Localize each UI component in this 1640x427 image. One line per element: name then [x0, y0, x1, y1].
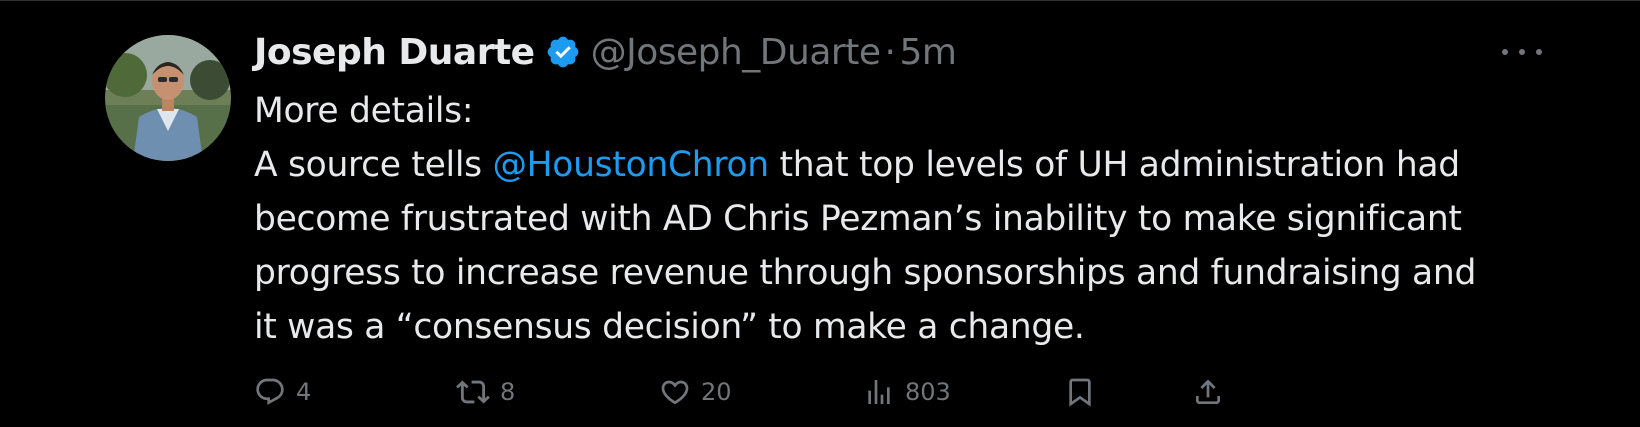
tweet-line-2: A source tells @HoustonChron that top le…	[254, 138, 1554, 192]
more-dot	[1502, 49, 1508, 55]
retweet-icon	[456, 375, 490, 409]
avatar[interactable]	[105, 35, 231, 161]
more-options-icon[interactable]	[1502, 46, 1542, 58]
tweet-text: More details: A source tells @HoustonChr…	[254, 84, 1554, 354]
retweet-button[interactable]: 8	[456, 370, 515, 414]
reply-icon	[254, 376, 286, 408]
top-divider	[0, 0, 1640, 1]
views-button[interactable]: 803	[863, 370, 951, 414]
tweet-line-4: progress to increase revenue through spo…	[254, 253, 1477, 293]
bookmark-icon	[1064, 376, 1096, 408]
bookmark-button[interactable]	[1064, 370, 1096, 414]
tweet-actions: 4 8 20 803	[254, 370, 1554, 414]
like-count: 20	[701, 378, 732, 406]
more-dot	[1519, 49, 1525, 55]
tweet-line-1: More details:	[254, 91, 474, 131]
tweet-line-3: become frustrated with AD Chris Pezman’s…	[254, 199, 1462, 239]
tweet-content: Joseph Duarte @Joseph_Duarte · 5m More d…	[254, 26, 1554, 354]
tweet-line-5: it was a “consensus decision” to make a …	[254, 307, 1085, 347]
tweet-text-segment: A source tells	[254, 145, 493, 185]
avatar-image	[105, 35, 231, 161]
share-button[interactable]	[1192, 370, 1224, 414]
more-dot	[1536, 49, 1542, 55]
heart-icon	[659, 376, 691, 408]
verified-badge-icon	[545, 34, 581, 70]
views-icon	[863, 376, 895, 408]
views-count: 803	[905, 378, 951, 406]
author-handle[interactable]: @Joseph_Duarte	[591, 32, 881, 73]
like-button[interactable]: 20	[659, 370, 732, 414]
share-icon	[1192, 376, 1224, 408]
tweet-text-segment: that top levels of UH administration had	[768, 145, 1460, 185]
timestamp[interactable]: 5m	[899, 32, 956, 73]
reply-count: 4	[296, 378, 312, 406]
mention-link[interactable]: @HoustonChron	[492, 145, 769, 185]
author-name[interactable]: Joseph Duarte	[254, 32, 535, 73]
tweet-header: Joseph Duarte @Joseph_Duarte · 5m	[254, 26, 1554, 78]
reply-button[interactable]: 4	[254, 370, 311, 414]
retweet-count: 8	[500, 378, 516, 406]
separator-dot: ·	[884, 31, 896, 73]
